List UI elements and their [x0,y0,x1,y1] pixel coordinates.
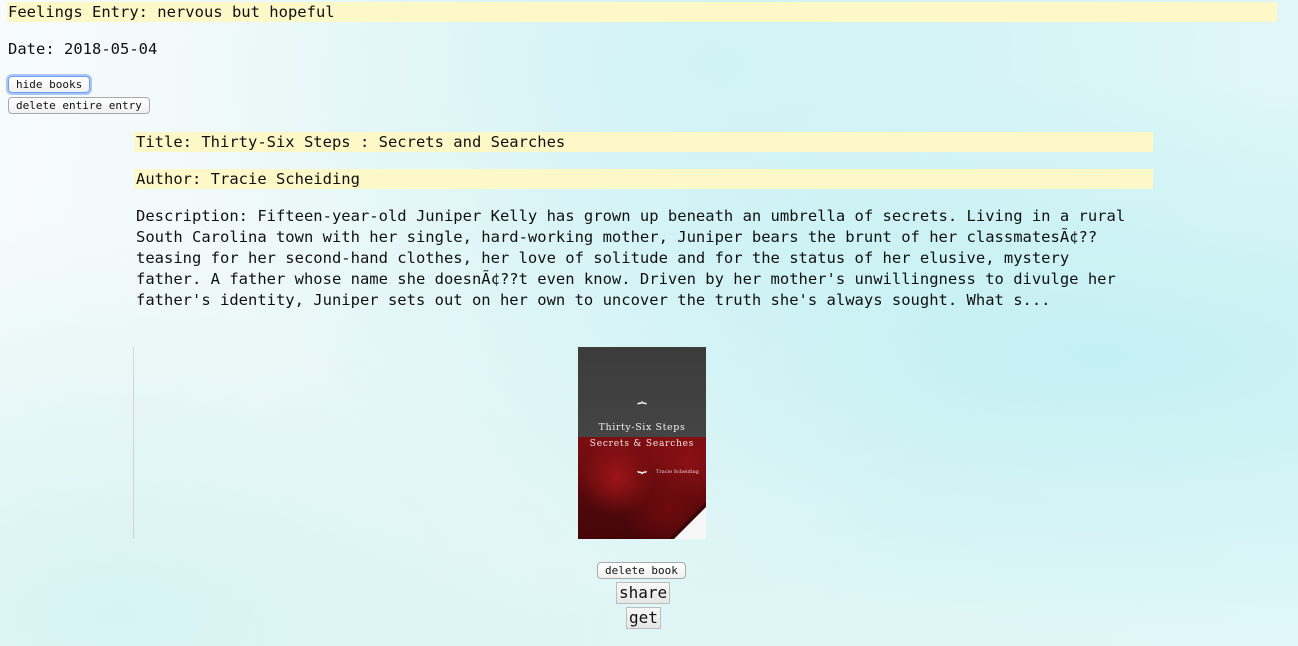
book-author: Author: Tracie Scheiding [134,169,1153,189]
delete-book-button[interactable]: delete book [597,562,686,579]
book-title: Title: Thirty-Six Steps : Secrets and Se… [134,132,1153,152]
share-button[interactable]: share [616,582,671,604]
book-cover-image: ⏞ Thirty-Six Steps Secrets & Searches ⏟ … [578,347,706,539]
get-button[interactable]: get [626,607,661,629]
delete-entire-entry-button[interactable]: delete entire entry [8,97,150,114]
book-description: Description: Fifteen-year-old Juniper Ke… [136,207,1126,309]
feelings-entry-heading: Feelings Entry: nervous but hopeful [7,2,1277,22]
cover-author-text: Tracie Scheiding [656,469,699,475]
cover-title-text: Thirty-Six Steps [598,422,686,433]
cover-subtitle-text: Secrets & Searches [589,439,695,449]
hide-books-button[interactable]: hide books [8,76,91,93]
page-curl-icon [674,507,706,539]
cover-brace-top-icon: ⏞ [637,401,647,420]
entry-date: Date: 2018-05-04 [8,40,158,58]
